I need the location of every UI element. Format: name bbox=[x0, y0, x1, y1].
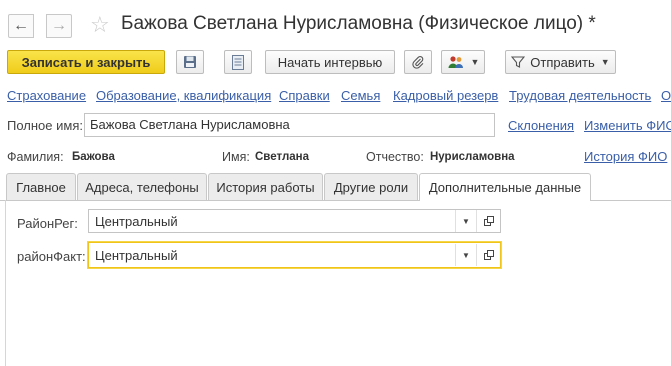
change-fio-link[interactable]: Изменить ФИО bbox=[584, 118, 671, 133]
link-work-activity[interactable]: Трудовая деятельность bbox=[509, 88, 651, 103]
declension-link[interactable]: Склонения bbox=[508, 118, 574, 133]
region-reg-label: РайонРег: bbox=[17, 216, 78, 231]
link-personnel-reserve[interactable]: Кадровый резерв bbox=[393, 88, 498, 103]
users-dropdown-button[interactable]: ▼ bbox=[441, 50, 485, 74]
chevron-down-icon: ▼ bbox=[470, 57, 480, 67]
favorite-star-icon[interactable]: ☆ bbox=[90, 13, 110, 37]
link-insurance[interactable]: Страхование bbox=[7, 88, 86, 103]
fullname-label: Полное имя: bbox=[7, 118, 83, 133]
lastname-value: Бажова bbox=[72, 151, 115, 163]
funnel-send-icon bbox=[511, 56, 526, 68]
fullname-input[interactable]: Бажова Светлана Нурисламовна bbox=[84, 113, 495, 137]
region-fact-value: Центральный bbox=[95, 248, 178, 263]
tab-other-roles[interactable]: Другие роли bbox=[324, 173, 418, 200]
tab-main[interactable]: Главное bbox=[6, 173, 76, 200]
open-icon[interactable] bbox=[476, 244, 500, 266]
arrow-left-icon: ← bbox=[13, 17, 29, 34]
dropdown-arrow-icon[interactable]: ▼ bbox=[455, 210, 476, 232]
link-certificates[interactable]: Справки bbox=[279, 88, 330, 103]
send-label: Отправить bbox=[530, 54, 595, 70]
patronymic-value: Нурисламовна bbox=[430, 151, 515, 163]
attach-button[interactable] bbox=[404, 50, 432, 74]
history-fio-link[interactable]: История ФИО bbox=[584, 149, 667, 164]
arrow-right-icon: → bbox=[51, 17, 67, 34]
tab-addresses-phones[interactable]: Адреса, телефоны bbox=[77, 173, 207, 200]
firstname-value: Светлана bbox=[255, 151, 309, 163]
open-icon[interactable] bbox=[476, 210, 500, 232]
paperclip-icon bbox=[412, 56, 424, 69]
link-education[interactable]: Образование, квалификация bbox=[96, 88, 271, 103]
back-button[interactable]: ← bbox=[8, 14, 34, 38]
save-and-close-button[interactable]: Записать и закрыть bbox=[7, 50, 165, 74]
link-more[interactable]: О bbox=[661, 88, 671, 103]
window-title: Бажова Светлана Нурисламовна (Физическое… bbox=[121, 13, 596, 34]
link-family[interactable]: Семья bbox=[341, 88, 380, 103]
region-reg-value: Центральный bbox=[95, 214, 178, 229]
firstname-label: Имя: bbox=[222, 150, 250, 164]
report-button[interactable] bbox=[224, 50, 252, 74]
floppy-disk-icon bbox=[184, 56, 196, 68]
document-list-icon bbox=[232, 54, 244, 70]
patronymic-label: Отчество: bbox=[366, 150, 424, 164]
tab-work-history[interactable]: История работы bbox=[208, 173, 323, 200]
tab-additional-data[interactable]: Дополнительные данные bbox=[419, 173, 591, 201]
users-icon bbox=[448, 56, 463, 68]
start-interview-button[interactable]: Начать интервью bbox=[265, 50, 395, 74]
dropdown-arrow-icon[interactable]: ▼ bbox=[455, 244, 476, 266]
send-dropdown-button[interactable]: Отправить ▼ bbox=[505, 50, 616, 74]
forward-button[interactable]: → bbox=[46, 14, 72, 38]
chevron-down-icon: ▼ bbox=[600, 57, 610, 67]
region-reg-field[interactable]: Центральный ▼ bbox=[88, 209, 501, 233]
region-fact-field[interactable]: Центральный ▼ bbox=[88, 242, 501, 268]
save-button[interactable] bbox=[176, 50, 204, 74]
panel-border bbox=[5, 200, 6, 366]
region-fact-label: районФакт: bbox=[17, 249, 86, 264]
lastname-label: Фамилия: bbox=[7, 150, 64, 164]
